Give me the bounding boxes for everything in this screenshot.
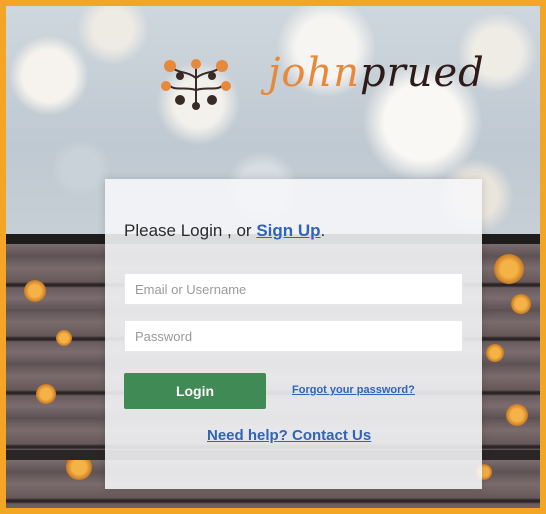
brand-name-john: john xyxy=(268,50,361,96)
decorative-flower-icon xyxy=(56,330,72,346)
brand-name-prued: prued xyxy=(360,50,485,96)
decorative-flower-icon xyxy=(486,344,504,362)
password-input[interactable] xyxy=(124,320,463,352)
login-button[interactable]: Login xyxy=(124,373,266,409)
signup-link[interactable]: Sign Up xyxy=(256,221,320,240)
decorative-flower-icon xyxy=(66,454,92,480)
decorative-flower-icon xyxy=(506,404,528,426)
decorative-flower-icon xyxy=(24,280,46,302)
login-card: Please Login , or Sign Up. Login Forgot … xyxy=(105,179,482,489)
decorative-flower-icon xyxy=(511,294,531,314)
login-heading-text: Please Login , or xyxy=(124,221,257,240)
contact-us-link[interactable]: Need help? Contact Us xyxy=(207,427,371,444)
decorative-tree-icon xyxy=(161,59,231,110)
login-heading-suffix: . xyxy=(320,221,326,240)
brand-wordmark: johnprued xyxy=(268,50,485,96)
login-heading: Please Login , or Sign Up. xyxy=(124,221,325,241)
email-username-input[interactable] xyxy=(124,273,463,305)
page-frame: johnprued Please Login , or Sign Up. Log… xyxy=(0,0,546,514)
brand-logo: johnprued xyxy=(156,46,484,126)
decorative-flower-icon xyxy=(36,384,56,404)
decorative-flower-icon xyxy=(494,254,524,284)
forgot-password-link[interactable]: Forgot your password? xyxy=(292,384,415,396)
